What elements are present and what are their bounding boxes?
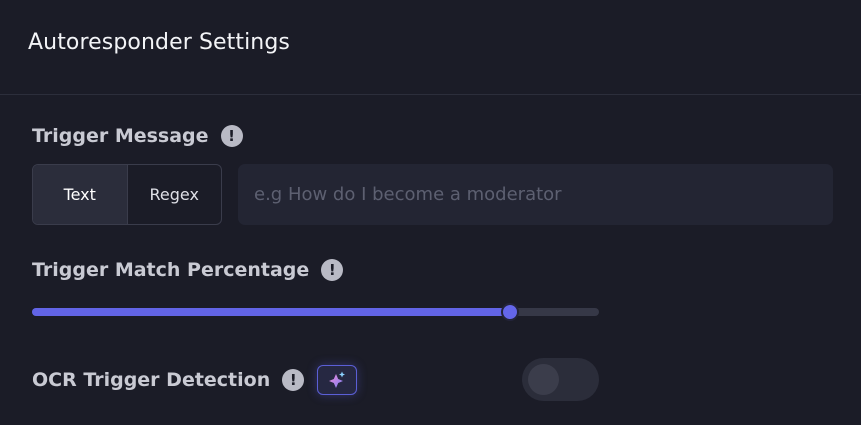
regex-mode-button[interactable]: Regex (128, 165, 222, 224)
trigger-mode-selector: Text Regex (32, 164, 222, 225)
settings-header: Autoresponder Settings (0, 0, 861, 95)
trigger-message-label: Trigger Message (32, 125, 209, 147)
info-icon[interactable]: ! (220, 125, 243, 147)
ocr-detection-label: OCR Trigger Detection (32, 369, 271, 391)
info-icon[interactable]: ! (282, 369, 305, 391)
info-icon[interactable]: ! (321, 259, 344, 281)
trigger-match-label: Trigger Match Percentage (32, 259, 310, 281)
page-title: Autoresponder Settings (28, 30, 290, 55)
ocr-detection-label-row: OCR Trigger Detection ! (32, 365, 358, 395)
trigger-match-label-row: Trigger Match Percentage ! (32, 259, 344, 281)
ai-badge[interactable] (317, 365, 358, 395)
toggle-knob (528, 364, 559, 395)
match-percentage-slider[interactable] (32, 303, 599, 321)
ocr-detection-toggle[interactable] (522, 358, 599, 401)
sparkles-icon (329, 371, 346, 388)
trigger-message-input[interactable] (238, 164, 833, 225)
trigger-message-label-row: Trigger Message ! (32, 125, 243, 147)
slider-fill (32, 308, 510, 316)
text-mode-button[interactable]: Text (33, 165, 128, 224)
slider-thumb[interactable] (500, 303, 519, 321)
